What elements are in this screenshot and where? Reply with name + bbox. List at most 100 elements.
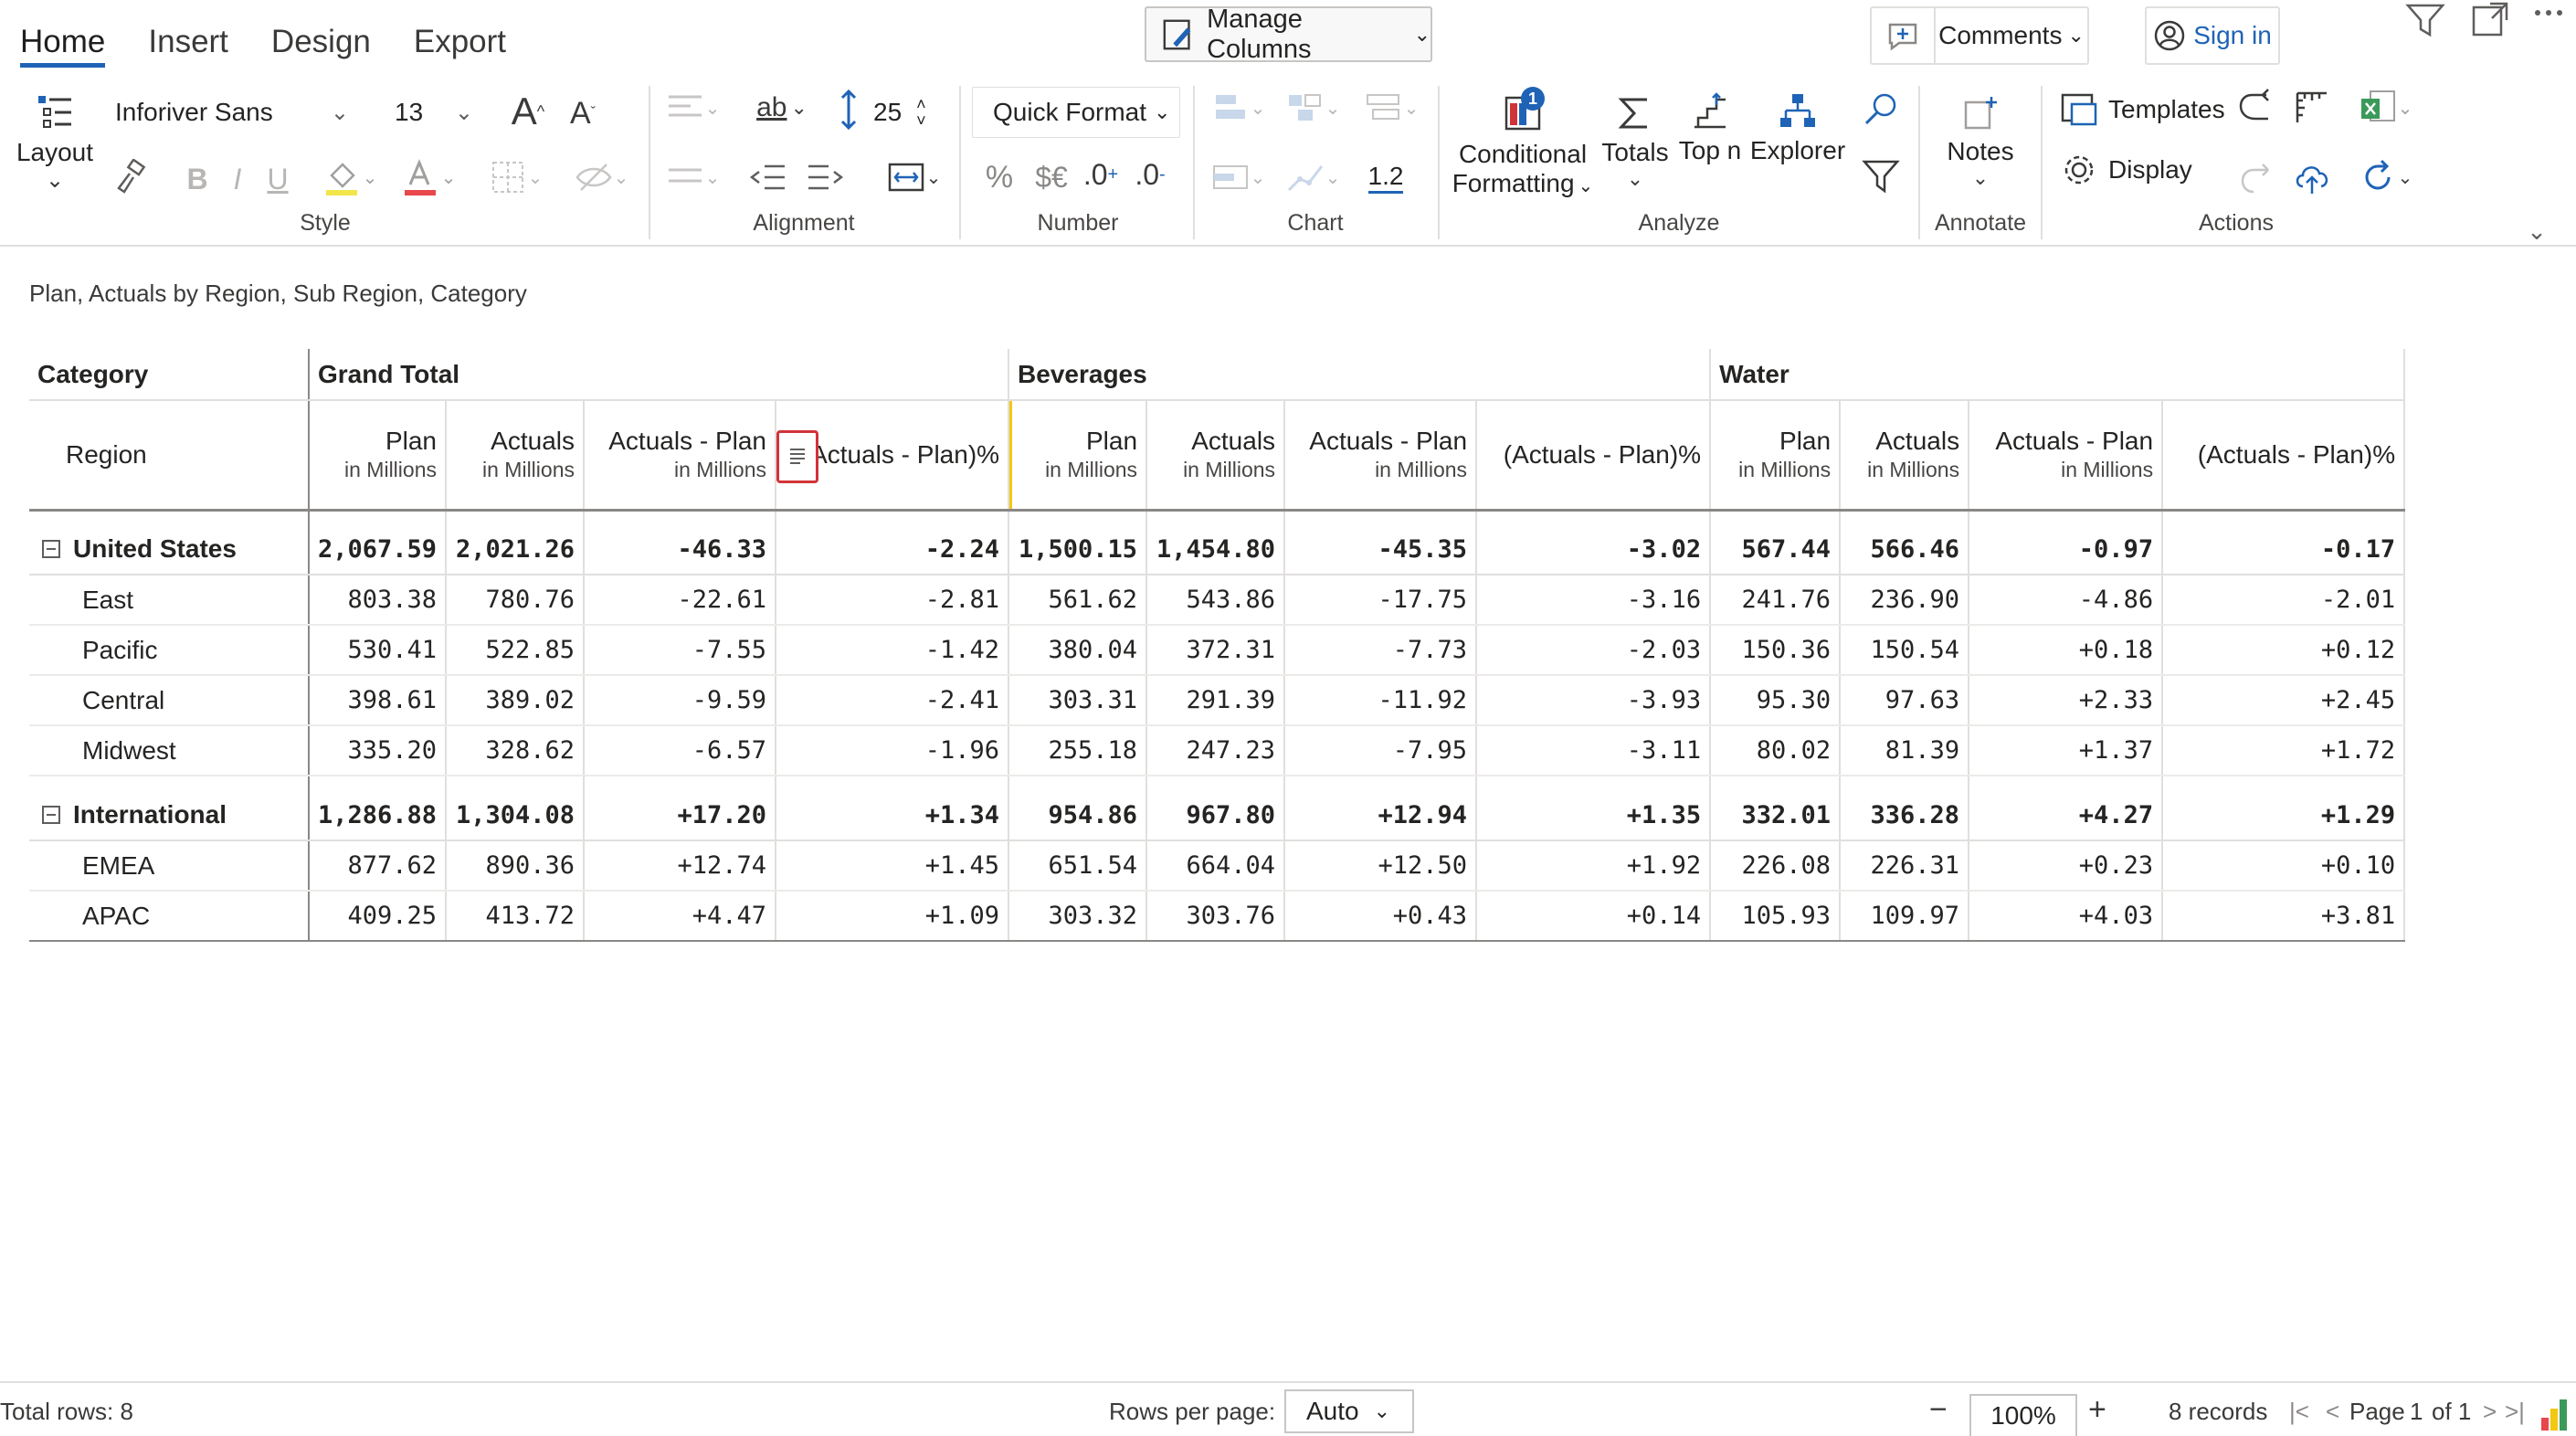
value-cell[interactable]: -7.55 xyxy=(584,625,776,676)
value-cell[interactable]: +1.45 xyxy=(776,840,1010,892)
chart-layout-button[interactable]: ⌄ xyxy=(1357,84,1425,132)
value-cell[interactable]: 664.04 xyxy=(1146,840,1286,892)
vertical-align-button[interactable]: ⌄ xyxy=(660,153,725,201)
value-cell[interactable]: -2.24 xyxy=(776,524,1010,575)
quick-format-dropdown[interactable]: Quick Format ⌄ xyxy=(972,87,1180,138)
top-n-button[interactable]: Top n xyxy=(1673,82,1747,174)
column-header-variance-pct[interactable]: (Actuals - Plan)% xyxy=(2162,400,2406,512)
value-cell[interactable]: 2,021.26 xyxy=(446,524,585,575)
value-cell[interactable]: +0.12 xyxy=(2162,625,2406,676)
group-header-water[interactable]: Water xyxy=(1710,349,2406,401)
add-comment-button[interactable] xyxy=(1872,8,1936,63)
value-cell[interactable]: 291.39 xyxy=(1146,675,1286,726)
column-header-variance[interactable]: Actuals - Plan in Millions xyxy=(1969,400,2164,512)
stepper-arrows-icon[interactable]: ˄ ˅ xyxy=(916,96,926,129)
column-width-button[interactable]: ⌄ xyxy=(879,153,948,201)
value-cell[interactable]: 380.04 xyxy=(1008,625,1148,676)
column-header-variance-pct[interactable]: (Actuals - Plan)% xyxy=(1476,400,1712,512)
layout-button[interactable]: Layout ⌄ xyxy=(13,82,97,201)
value-cell[interactable]: +12.74 xyxy=(584,840,776,892)
value-cell[interactable]: +1.72 xyxy=(2162,725,2406,776)
value-cell[interactable]: -2.81 xyxy=(776,575,1010,626)
value-cell[interactable]: -7.73 xyxy=(1284,625,1478,676)
horizontal-align-button[interactable]: ⌄ xyxy=(660,84,725,132)
borders-button[interactable]: ⌄ xyxy=(480,153,550,201)
group-header-beverages[interactable]: Beverages xyxy=(1008,349,1712,401)
zoom-out-button[interactable]: − xyxy=(1929,1392,1948,1428)
collapse-icon[interactable] xyxy=(42,540,60,558)
column-header-variance-pct[interactable]: (Actuals - Plan)% xyxy=(776,400,1010,512)
value-cell[interactable]: 226.31 xyxy=(1840,840,1970,892)
next-page-button[interactable]: > xyxy=(2483,1398,2497,1426)
value-cell[interactable]: -0.17 xyxy=(2162,524,2406,575)
decrease-font-size-button[interactable]: Aˇ xyxy=(559,88,607,139)
row-label[interactable]: Midwest xyxy=(29,725,310,776)
bar-chart-button[interactable]: ⌄ xyxy=(1204,84,1272,132)
value-cell[interactable]: 255.18 xyxy=(1008,725,1148,776)
value-cell[interactable]: -2.01 xyxy=(2162,575,2406,626)
value-cell[interactable]: 543.86 xyxy=(1146,575,1286,626)
value-cell[interactable]: 389.02 xyxy=(446,675,585,726)
value-cell[interactable]: 303.32 xyxy=(1008,891,1148,942)
value-cell[interactable]: 877.62 xyxy=(309,840,447,892)
variance-chart-button[interactable]: ⌄ xyxy=(1279,84,1346,132)
templates-button[interactable]: Templates xyxy=(2059,86,2227,133)
group-header-grand-total[interactable]: Grand Total xyxy=(309,349,1010,401)
value-cell[interactable]: -4.86 xyxy=(1969,575,2164,626)
table-row[interactable]: Midwest 335.20 328.62 -6.57 -1.96 255.18 247.2… xyxy=(29,725,2406,776)
value-cell[interactable]: 1,454.80 xyxy=(1146,524,1286,575)
value-cell[interactable]: +3.81 xyxy=(2162,891,2406,942)
filter-button[interactable] xyxy=(1858,153,1904,199)
value-cell[interactable]: 336.28 xyxy=(1840,790,1970,841)
sign-in-button[interactable]: Sign in xyxy=(2145,6,2280,65)
filter-icon[interactable] xyxy=(2402,0,2448,40)
comments-dropdown[interactable]: Comments ⌄ xyxy=(1936,8,2087,63)
value-cell[interactable]: +1.92 xyxy=(1476,840,1712,892)
fill-color-button[interactable]: ⌄ xyxy=(318,153,382,201)
table-chart-button[interactable]: ⌄ xyxy=(1204,153,1272,201)
value-cell[interactable]: -3.11 xyxy=(1476,725,1712,776)
row-label[interactable]: Pacific xyxy=(29,625,310,676)
value-cell[interactable]: 1,304.08 xyxy=(446,790,585,841)
value-cell[interactable]: -46.33 xyxy=(584,524,776,575)
value-cell[interactable]: +1.35 xyxy=(1476,790,1712,841)
total-row[interactable]: International 1,286.88 1,304.08 +17.20 +1.34… xyxy=(29,790,2406,841)
font-color-button[interactable]: ⌄ xyxy=(396,153,460,201)
excel-export-button[interactable]: ⌄ xyxy=(2351,84,2419,132)
column-header-plan[interactable]: Plan in Millions xyxy=(1710,400,1842,512)
value-cell[interactable]: 651.54 xyxy=(1008,840,1148,892)
column-header-plan[interactable]: Plan in Millions xyxy=(309,400,447,512)
value-cell[interactable]: -6.57 xyxy=(584,725,776,776)
last-page-button[interactable]: >| xyxy=(2505,1398,2525,1426)
value-cell[interactable]: 413.72 xyxy=(446,891,585,942)
value-cell[interactable]: 303.76 xyxy=(1146,891,1286,942)
explorer-button[interactable]: Explorer xyxy=(1750,82,1845,174)
column-header-actuals[interactable]: Actuals in Millions xyxy=(1146,400,1286,512)
value-cell[interactable]: 80.02 xyxy=(1710,725,1842,776)
tab-insert[interactable]: Insert xyxy=(148,24,228,68)
value-cell[interactable]: 236.90 xyxy=(1840,575,1970,626)
expand-icon[interactable] xyxy=(2466,0,2512,40)
value-cell[interactable]: +0.10 xyxy=(2162,840,2406,892)
value-cell[interactable]: 241.76 xyxy=(1710,575,1842,626)
value-cell[interactable]: -11.92 xyxy=(1284,675,1478,726)
value-cell[interactable]: 2,067.59 xyxy=(309,524,447,575)
value-cell[interactable]: 150.54 xyxy=(1840,625,1970,676)
value-cell[interactable]: -1.42 xyxy=(776,625,1010,676)
value-cell[interactable]: 97.63 xyxy=(1840,675,1970,726)
format-painter-button[interactable] xyxy=(106,153,153,201)
value-cell[interactable]: +12.50 xyxy=(1284,840,1478,892)
value-cell[interactable]: +17.20 xyxy=(584,790,776,841)
upload-button[interactable] xyxy=(2289,153,2335,201)
value-cell[interactable]: +4.47 xyxy=(584,891,776,942)
value-cell[interactable]: 1,500.15 xyxy=(1008,524,1148,575)
value-cell[interactable]: 803.38 xyxy=(309,575,447,626)
value-cell[interactable]: 567.44 xyxy=(1710,524,1842,575)
value-cell[interactable]: 522.85 xyxy=(446,625,585,676)
first-page-button[interactable]: |< xyxy=(2289,1398,2309,1426)
undo-button[interactable] xyxy=(2234,84,2280,132)
visibility-button[interactable]: ⌄ xyxy=(565,153,638,201)
row-label[interactable]: Central xyxy=(29,675,310,726)
notes-button[interactable]: Notes ⌄ xyxy=(1935,82,2026,201)
manage-columns-button[interactable]: Manage Columns ⌄ xyxy=(1145,5,1432,64)
